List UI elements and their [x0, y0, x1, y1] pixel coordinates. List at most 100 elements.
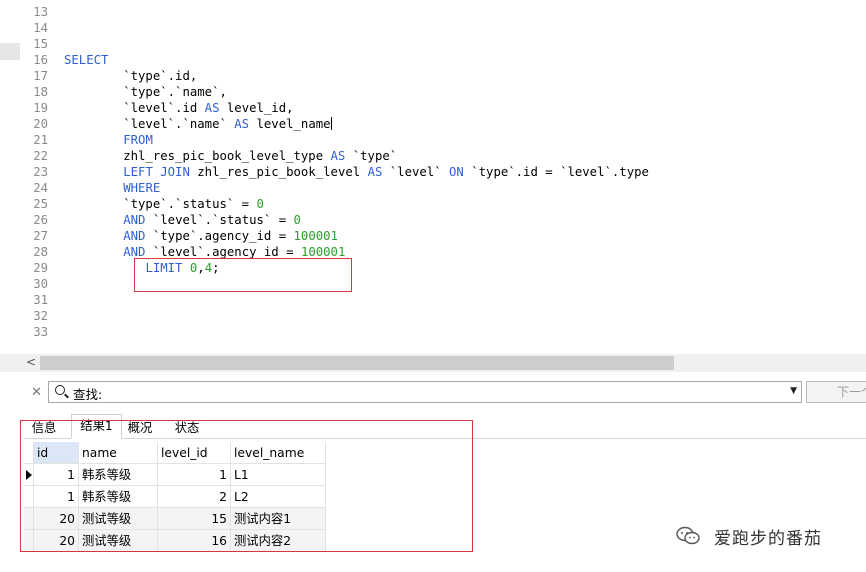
find-input[interactable] [105, 383, 779, 403]
sql-number: 0 [293, 213, 301, 227]
code-line[interactable]: 23 LEFT JOIN zhl_res_pic_book_level AS `… [0, 164, 866, 180]
code-text: SELECT [64, 52, 108, 68]
line-number: 15 [33, 37, 48, 51]
line-number: 13 [33, 5, 48, 19]
code-line[interactable]: 17 `type`.id, [0, 68, 866, 84]
code-text: `level`.id AS level_id, [64, 100, 293, 116]
sql-keyword: AS [367, 165, 383, 179]
line-number: 14 [33, 21, 48, 35]
code-text: `level`.`name` AS level_name [64, 116, 332, 132]
find-next-button[interactable]: 下一个 [806, 381, 866, 403]
sql-token: `level`.agency_id = [145, 245, 301, 259]
line-number: 18 [33, 85, 48, 99]
close-icon[interactable]: ✕ [31, 385, 42, 400]
code-line[interactable]: 18 `type`.`name`, [0, 84, 866, 100]
sql-token: `type`.agency_id = [145, 229, 294, 243]
sql-token: zhl_res_pic_book_level_type [64, 149, 331, 163]
code-line[interactable]: 25 `type`.`status` = 0 [0, 196, 866, 212]
sql-token: `type` [345, 149, 398, 163]
sql-number: 100001 [300, 245, 346, 259]
watermark-text: 爱跑步的番茄 [714, 529, 822, 549]
code-line[interactable]: 29 LIMIT 0,4; [0, 260, 866, 276]
sql-keyword: AND [123, 229, 146, 243]
line-number: 32 [33, 309, 48, 323]
sql-token: `level`.`name` [64, 117, 235, 131]
code-line[interactable]: 13 [0, 4, 866, 20]
sql-token: `type`.id = `level`.type [463, 165, 649, 179]
line-number: 19 [33, 101, 48, 115]
line-number: 29 [33, 261, 48, 275]
line-number: 33 [33, 325, 48, 339]
sql-keyword: AND [123, 213, 146, 227]
code-text: `type`.`status` = 0 [64, 196, 264, 212]
code-text: AND `type`.agency_id = 100001 [64, 228, 338, 244]
sql-keyword: LEFT JOIN [123, 165, 190, 179]
scrollbar-thumb[interactable] [40, 356, 674, 370]
search-icon [55, 385, 65, 395]
sql-token: `level` [382, 165, 450, 179]
sql-token: level_name [249, 117, 331, 131]
wechat-icon [676, 526, 700, 545]
editor-horizontal-scrollbar[interactable]: < [0, 354, 866, 372]
sql-number: 0 [256, 197, 264, 211]
line-number: 17 [33, 69, 48, 83]
sql-keyword: SELECT [64, 53, 109, 67]
code-line[interactable]: 27 AND `type`.agency_id = 100001 [0, 228, 866, 244]
scroll-left-arrow-icon[interactable]: < [26, 355, 36, 369]
sql-keyword: AS [234, 117, 250, 131]
code-line[interactable]: 30 [0, 276, 866, 292]
results-highlight-box [20, 420, 473, 552]
line-number: 27 [33, 229, 48, 243]
code-line[interactable]: 15 [0, 36, 866, 52]
sql-keyword: WHERE [123, 181, 161, 195]
code-text: `type`.id, [64, 68, 197, 84]
code-text: zhl_res_pic_book_level_type AS `type` [64, 148, 397, 164]
find-bar: ✕ 查找: ▼ 下一个 [0, 376, 866, 408]
line-number: 16 [33, 53, 48, 67]
line-number: 26 [33, 213, 48, 227]
sql-token: zhl_res_pic_book_level [189, 165, 368, 179]
code-text: AND `level`.`status` = 0 [64, 212, 301, 228]
line-number: 22 [33, 149, 48, 163]
sql-keyword: AS [204, 101, 220, 115]
sql-editor[interactable]: 13 14 15 16 SELECT 17 `type`.id, 18 `type`.`na… [0, 0, 866, 354]
code-line[interactable]: 19 `level`.id AS level_id, [0, 100, 866, 116]
sql-token: `type`.id, [64, 69, 198, 83]
chevron-down-icon[interactable]: ▼ [790, 386, 797, 396]
code-line[interactable]: 20 `level`.`name` AS level_name [0, 116, 866, 132]
code-text: `type`.`name`, [64, 84, 227, 100]
sql-token: `level`.`status` = [145, 213, 294, 227]
code-line[interactable]: 31 [0, 292, 866, 308]
line-number: 23 [33, 165, 48, 179]
sql-keyword: AS [330, 149, 346, 163]
limit-highlight-box [134, 258, 352, 292]
code-line[interactable]: 22 zhl_res_pic_book_level_type AS `type` [0, 148, 866, 164]
line-number: 21 [33, 133, 48, 147]
line-number: 25 [33, 197, 48, 211]
code-line[interactable]: 26 AND `level`.`status` = 0 [0, 212, 866, 228]
sql-keyword: FROM [123, 133, 153, 147]
text-cursor [330, 117, 332, 130]
line-number: 28 [33, 245, 48, 259]
code-text: WHERE [64, 180, 160, 196]
code-line[interactable]: 28 AND `level`.agency_id = 100001 [0, 244, 866, 260]
code-line[interactable]: 14 [0, 20, 866, 36]
code-line[interactable]: 24 WHERE [0, 180, 866, 196]
code-text: LEFT JOIN zhl_res_pic_book_level AS `lev… [64, 164, 649, 180]
sql-keyword: ON [449, 165, 464, 179]
code-line[interactable]: 16 SELECT [0, 52, 866, 68]
code-line[interactable]: 21 FROM [0, 132, 866, 148]
line-number: 31 [33, 293, 48, 307]
sql-token: `type`.`status` = [64, 197, 257, 211]
code-line[interactable]: 32 [0, 308, 866, 324]
find-field[interactable]: 查找: ▼ [48, 381, 802, 403]
sql-token: `level`.id [64, 101, 205, 115]
code-line[interactable]: 33 [0, 324, 866, 340]
sql-keyword: AND [123, 245, 146, 259]
